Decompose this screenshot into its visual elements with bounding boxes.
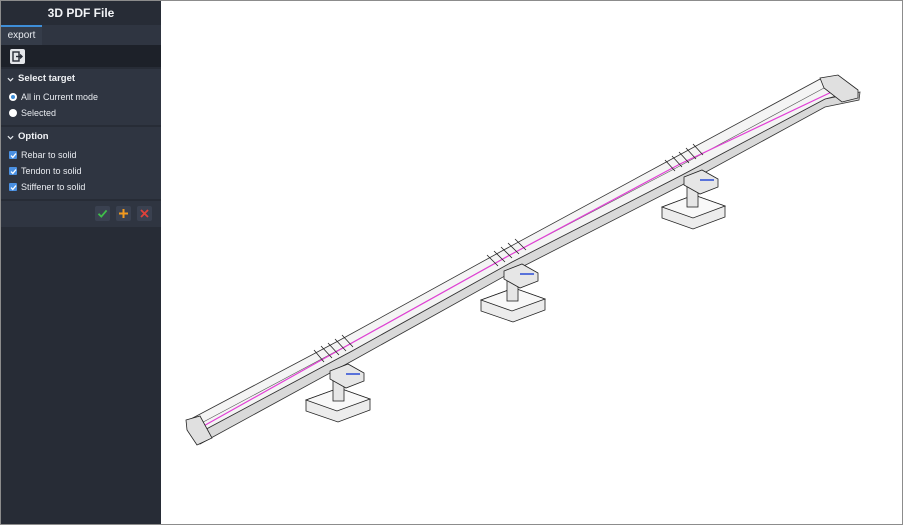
option-section: Option Rebar to solid Tendon to solid St… [1,127,161,199]
radio-button-checked[interactable] [9,93,17,101]
check-mark-icon [10,168,16,174]
select-target-header[interactable]: Select target [1,69,161,89]
checkbox-label: Tendon to solid [21,166,82,176]
checkbox-tendon-to-solid[interactable]: Tendon to solid [1,163,161,179]
checkbox-stiffener-to-solid[interactable]: Stiffener to solid [1,179,161,195]
checkbox-label: Stiffener to solid [21,182,86,192]
check-icon [97,209,108,218]
ok-button[interactable] [95,206,110,221]
select-target-label: Select target [18,73,76,84]
radio-button[interactable] [9,109,17,117]
3d-viewport[interactable] [161,1,902,524]
export-icon [12,51,23,62]
chevron-down-icon [7,135,14,140]
radio-label: All in Current mode [21,92,99,102]
check-mark-icon [10,184,16,190]
select-target-section: Select target All in Current mode Select… [1,69,161,125]
checkbox[interactable] [9,167,17,175]
check-mark-icon [10,152,16,158]
add-button[interactable] [116,206,131,221]
export-button[interactable] [10,49,25,64]
radio-selected[interactable]: Selected [1,105,161,121]
plus-icon [119,209,128,218]
cancel-button[interactable] [137,206,152,221]
bridge-model [185,74,861,446]
checkbox[interactable] [9,151,17,159]
option-label: Option [18,131,49,142]
sidebar-panel: 3D PDF File export Select target All in … [1,1,161,524]
action-bar [1,201,161,227]
tab-bar: export [1,25,161,45]
checkbox[interactable] [9,183,17,191]
deck-top-surface [186,77,858,435]
checkbox-label: Rebar to solid [21,150,77,160]
panel-title: 3D PDF File [1,1,161,25]
radio-all-in-current-mode[interactable]: All in Current mode [1,89,161,105]
close-icon [140,209,149,218]
tab-export[interactable]: export [1,25,42,45]
option-header[interactable]: Option [1,127,161,147]
radio-label: Selected [21,108,57,118]
chevron-down-icon [7,77,14,82]
toolbar [1,45,161,67]
checkbox-rebar-to-solid[interactable]: Rebar to solid [1,147,161,163]
